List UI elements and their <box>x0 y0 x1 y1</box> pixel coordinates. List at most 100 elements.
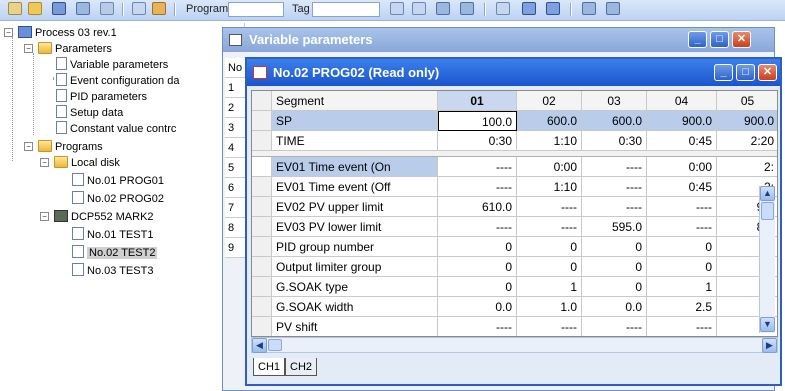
tree-node-parameters[interactable]: − Parameters <box>24 41 112 57</box>
table-cell[interactable]: ---- <box>582 177 647 197</box>
table-cell[interactable]: ---- <box>438 157 517 177</box>
table-cell[interactable]: ---- <box>582 317 647 336</box>
table-cell[interactable]: ---- <box>517 317 582 336</box>
tool-icon[interactable] <box>152 2 166 15</box>
column-header[interactable]: 01 <box>438 91 517 111</box>
tag-field[interactable] <box>312 2 380 17</box>
table-cell[interactable]: 595.0 <box>582 217 647 237</box>
read-icon[interactable] <box>412 2 426 15</box>
vertical-scrollbar[interactable]: ▲ ▼ <box>759 186 775 333</box>
table-cell[interactable]: 900.0 <box>717 111 777 131</box>
collapse-icon[interactable]: − <box>24 44 33 53</box>
table-cell[interactable]: ---- <box>438 317 517 336</box>
tree-node-local-disk[interactable]: − Local disk <box>40 155 120 171</box>
tab-ch2[interactable]: CH2 <box>285 358 318 376</box>
tree-item-test1[interactable]: No.01 TEST1 <box>72 227 153 243</box>
table-cell[interactable]: 0 <box>582 237 647 257</box>
scroll-thumb[interactable] <box>268 339 282 351</box>
tree-item-prog02[interactable]: No.02 PROG02 <box>72 191 164 207</box>
column-header[interactable]: 02 <box>517 91 582 111</box>
table-cell[interactable]: 2.5 <box>647 297 717 317</box>
table-cell[interactable]: 0 <box>647 237 717 257</box>
table-cell[interactable]: ---- <box>438 217 517 237</box>
minimize-button[interactable]: _ <box>688 31 707 48</box>
table-cell[interactable]: 1.0 <box>517 297 582 317</box>
arrow-right-icon[interactable] <box>522 2 536 15</box>
table-cell[interactable]: 0 <box>438 237 517 257</box>
grid-icon[interactable] <box>76 2 90 15</box>
table-cell[interactable]: 1 <box>517 277 582 297</box>
column-header[interactable]: 05 <box>717 91 777 111</box>
table-cell[interactable]: ---- <box>517 217 582 237</box>
tree-node-project[interactable]: − Process 03 rev.1 <box>4 25 117 41</box>
new-icon[interactable] <box>8 2 22 15</box>
table-cell[interactable]: 900.0 <box>647 111 717 131</box>
table-cell[interactable]: 0.0 <box>438 297 517 317</box>
close-button[interactable]: ✕ <box>758 64 777 81</box>
table-cell[interactable]: 0:30 <box>582 131 647 151</box>
table-cell[interactable]: ---- <box>438 177 517 197</box>
table-cell[interactable]: ---- <box>582 157 647 177</box>
table-cell[interactable]: 0:00 <box>517 157 582 177</box>
table-cell[interactable]: ---- <box>647 217 717 237</box>
collapse-icon[interactable]: − <box>40 158 49 167</box>
table-cell[interactable]: 0 <box>438 277 517 297</box>
save-icon[interactable] <box>52 2 66 15</box>
tree-item-variable-parameters[interactable]: Variable parameters <box>56 57 168 73</box>
table-cell[interactable]: 600.0 <box>517 111 582 131</box>
table-cell[interactable]: 0 <box>582 257 647 277</box>
zoom-icon[interactable] <box>496 2 510 15</box>
collapse-icon[interactable]: − <box>24 142 33 151</box>
scroll-up-icon[interactable]: ▲ <box>760 186 775 201</box>
table-cell[interactable]: 610.0 <box>438 197 517 217</box>
edit-icon[interactable] <box>100 2 114 15</box>
horizontal-scrollbar[interactable]: ◀ ▶ <box>251 337 778 353</box>
column-header[interactable]: 03 <box>582 91 647 111</box>
arrow-left-icon[interactable] <box>546 2 560 15</box>
table-cell[interactable]: 2:20 <box>717 131 777 151</box>
open-folder-icon[interactable] <box>28 2 42 15</box>
table-cell[interactable]: 0:45 <box>647 177 717 197</box>
tree-item-test2[interactable]: No.02 TEST2 <box>72 245 158 261</box>
table-cell[interactable]: 0 <box>517 237 582 257</box>
collapse-icon[interactable]: − <box>40 212 49 221</box>
table-cell[interactable]: 100.0 <box>438 111 517 131</box>
tree-item-constant-value[interactable]: Constant value contrc <box>56 121 176 137</box>
tab-ch1[interactable]: CH1 <box>253 358 286 376</box>
scroll-thumb[interactable] <box>761 202 774 220</box>
table-cell[interactable]: 0 <box>647 257 717 277</box>
scroll-down-icon[interactable]: ▼ <box>760 317 775 332</box>
table-cell[interactable]: 0.0 <box>582 297 647 317</box>
table-cell[interactable]: 600.0 <box>582 111 647 131</box>
table-cell[interactable]: 1:10 <box>517 177 582 197</box>
help-icon[interactable] <box>606 2 620 15</box>
table-cell[interactable]: ---- <box>647 197 717 217</box>
program-field[interactable] <box>228 2 284 17</box>
tree-node-device[interactable]: − DCP552 MARK2 <box>40 209 154 225</box>
tree-item-event-configuration[interactable]: Event configuration da <box>56 73 179 89</box>
tree-item-pid-parameters[interactable]: PID parameters <box>56 89 147 105</box>
settings-icon[interactable] <box>582 2 596 15</box>
table-cell[interactable]: 1:10 <box>517 131 582 151</box>
table-cell[interactable]: ---- <box>517 197 582 217</box>
minimize-button[interactable]: _ <box>714 64 733 81</box>
transfer-icon[interactable] <box>436 2 450 15</box>
scroll-left-icon[interactable]: ◀ <box>252 338 267 353</box>
table-cell[interactable]: 2: <box>717 157 777 177</box>
tree-item-test3[interactable]: No.03 TEST3 <box>72 263 153 279</box>
table-cell[interactable]: 0:30 <box>438 131 517 151</box>
table-cell[interactable]: 0:45 <box>647 131 717 151</box>
tree-item-setup-data[interactable]: Setup data <box>56 105 123 121</box>
maximize-button[interactable]: □ <box>710 31 729 48</box>
table-cell[interactable]: 0:00 <box>647 157 717 177</box>
copy-icon[interactable] <box>132 2 146 15</box>
write-icon[interactable] <box>390 2 404 15</box>
table-cell[interactable]: 0 <box>517 257 582 277</box>
table-cell[interactable]: ---- <box>647 317 717 336</box>
close-button[interactable]: ✕ <box>732 31 751 48</box>
table-cell[interactable]: 1 <box>647 277 717 297</box>
table-cell[interactable]: ---- <box>582 197 647 217</box>
maximize-button[interactable]: □ <box>736 64 755 81</box>
table-cell[interactable]: 0 <box>438 257 517 277</box>
table-cell[interactable]: 0 <box>582 277 647 297</box>
